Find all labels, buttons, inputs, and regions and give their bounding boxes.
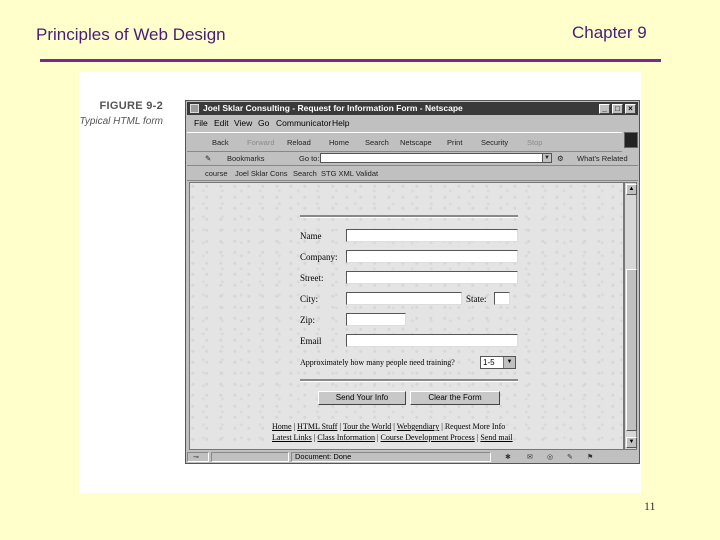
bookmark-icon[interactable]: ✎ [205,154,211,163]
name-field[interactable] [346,229,518,242]
scroll-up-icon[interactable]: ▲ [626,184,637,195]
window-titlebar: Joel Sklar Consulting - Request for Info… [187,102,638,115]
street-label: Street: [300,273,324,283]
lock-icon: ⊸ [193,454,199,461]
city-label: City: [300,294,319,304]
personal-toolbar: course Joel Sklar Cons Search STG XML Va… [187,167,638,181]
zip-field[interactable] [346,313,406,326]
menu-communicator[interactable]: Communicator [276,117,331,130]
link-course-development[interactable]: Course Development Process [381,433,475,442]
menu-bar: File Edit View Go Communicator Help [187,117,638,130]
minimize-icon[interactable]: _ [599,104,610,114]
link-stg-xml[interactable]: STG XML Validat [321,169,378,178]
stop-button[interactable]: Stop [527,138,542,147]
search-button[interactable]: Search [365,138,389,147]
link-joel-sklar[interactable]: Joel Sklar Cons [235,169,288,178]
scroll-thumb[interactable] [626,269,637,431]
link-html-stuff[interactable]: HTML Stuff [297,422,337,431]
menu-go[interactable]: Go [258,117,269,130]
email-label: Email [300,336,322,346]
training-selected-value: 1-5 [483,358,495,367]
footer-links-row2: Latest Links | Class Information | Cours… [272,433,513,442]
link-course[interactable]: course [205,169,228,178]
vertical-scrollbar[interactable]: ▲ ▼ [624,182,637,450]
title-divider [40,59,661,62]
dock-icon[interactable]: ⚑ [587,453,593,461]
chevron-down-icon[interactable]: ▼ [503,357,515,368]
state-field[interactable] [494,292,510,305]
send-info-button[interactable]: Send Your Info [318,391,406,405]
netscape-button[interactable]: Netscape [400,138,432,147]
link-home[interactable]: Home [272,422,292,431]
window-title: Joel Sklar Consulting - Request for Info… [203,103,463,113]
training-question: Approximately how many people need train… [300,358,455,367]
scroll-down-icon[interactable]: ▼ [626,437,637,448]
link-webgendiary[interactable]: Webgendiary [397,422,439,431]
menu-help[interactable]: Help [332,117,349,130]
top-divider [300,215,518,218]
menu-file[interactable]: File [194,117,208,130]
slide-title: Principles of Web Design [36,25,226,44]
status-bar: ⊸ Document: Done ✱ ✉ ◎ ✎ ⚑ [187,451,638,463]
company-field[interactable] [346,250,518,263]
link-request-more-info: Request More Info [444,422,506,431]
related-icon: ⚙ [557,154,564,163]
close-icon[interactable]: × [625,104,636,114]
browser-window: Joel Sklar Consulting - Request for Info… [185,100,640,464]
figure-caption: FIGURE 9-2 Typical HTML form [79,100,163,127]
composer-icon[interactable]: ✎ [567,453,573,461]
forward-button[interactable]: Forward [247,138,275,147]
bottom-divider [300,379,518,382]
clear-form-button[interactable]: Clear the Form [410,391,500,405]
zip-label: Zip: [300,315,315,325]
figure-number: FIGURE 9-2 [99,100,163,112]
component-icon[interactable]: ✱ [505,453,511,461]
email-field[interactable] [346,334,518,347]
training-select[interactable]: 1-5 ▼ [480,356,516,369]
netscape-logo-icon [624,132,638,148]
location-input[interactable] [320,153,550,163]
footer-links-row1: Home | HTML Stuff | Tour the World | Web… [272,422,506,431]
city-field[interactable] [346,292,462,305]
name-label: Name [300,231,322,241]
company-label: Company: [300,252,338,262]
link-class-information[interactable]: Class Information [317,433,375,442]
link-send-mail[interactable]: Send mail [480,433,512,442]
discussion-icon[interactable]: ◎ [547,453,553,461]
home-button[interactable]: Home [329,138,349,147]
street-field[interactable] [346,271,518,284]
reload-button[interactable]: Reload [287,138,311,147]
status-text: Document: Done [295,452,352,461]
link-latest-links[interactable]: Latest Links [272,433,312,442]
mail-icon[interactable]: ✉ [527,453,533,461]
page-number: 11 [644,499,656,513]
chapter-label: Chapter 9 [572,23,647,42]
menu-view[interactable]: View [234,117,252,130]
link-tour-the-world[interactable]: Tour the World [343,422,391,431]
navigation-toolbar: Back Forward Reload Home Search Netscape… [187,132,622,152]
whats-related-button[interactable]: What's Related [577,154,628,163]
maximize-icon[interactable]: □ [612,104,623,114]
page-content: Name Company: Street: City: State: Zip: … [189,182,624,450]
location-toolbar: ✎ Bookmarks Go to: ▼ ⚙ What's Related [187,151,638,166]
print-button[interactable]: Print [447,138,462,147]
chevron-down-icon[interactable]: ▼ [542,153,552,163]
link-search[interactable]: Search [293,169,317,178]
figure-description: Typical HTML form [79,116,163,127]
netscape-app-icon [190,104,199,113]
security-button[interactable]: Security [481,138,508,147]
bookmarks-button[interactable]: Bookmarks [227,154,265,163]
state-label: State: [466,294,487,304]
back-button[interactable]: Back [212,138,229,147]
goto-label: Go to: [299,154,320,163]
progress-segment [211,452,289,462]
menu-edit[interactable]: Edit [214,117,229,130]
